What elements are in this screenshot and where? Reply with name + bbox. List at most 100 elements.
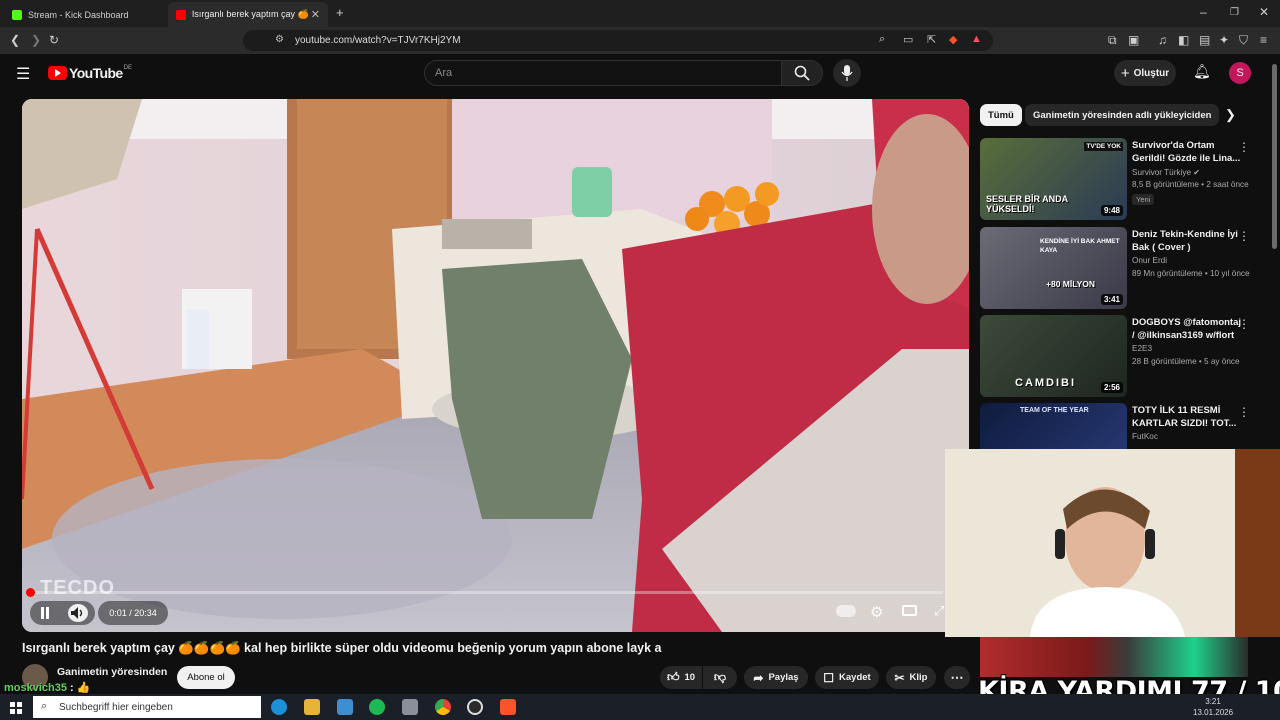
brave-rewards-icon[interactable]: ▲ [971,33,982,45]
voice-search-button[interactable] [833,59,861,87]
recommendation-item[interactable]: CAMDIBI 2:56 DOGBOYS @fatomontaj / @ilki… [980,315,1260,397]
chat-text: 👍 [76,682,91,694]
zoom-icon[interactable]: ⌕ [879,33,885,46]
tab-kick-dashboard[interactable]: Stream - Kick Dashboard [4,2,164,27]
save-button[interactable]: ☐ Kaydet [815,666,879,689]
chrome-icon[interactable] [435,699,451,715]
dislike-button[interactable]: 👎︎ [703,666,737,689]
create-button[interactable]: + Oluştur [1114,60,1176,86]
close-tab-icon[interactable]: ✕ [311,8,320,21]
search-button[interactable] [781,60,823,86]
youtube-play-icon [48,66,67,80]
windows-taskbar: ⌕ Suchbegriff hier eingeben 3:21 13.01.2… [0,694,1280,720]
recommendation-title: DOGBOYS @fatomontaj / @ilkinsan3169 w/fl… [1132,317,1242,341]
thumbnail-caption: +80 MİLYON [1046,279,1096,289]
video-thumbnail[interactable]: TV'DE YOK SESLER BİR ANDA YÜKSELDİ! 9:48 [980,138,1127,220]
calculator-icon[interactable] [402,699,418,715]
recommendation-title: TOTY İLK 11 RESMİ KARTLAR SIZDI! TOT... [1132,405,1237,429]
channel-name[interactable]: Ganimetin yöresinden [57,666,167,678]
file-explorer-icon[interactable] [304,699,320,715]
fullscreen-icon[interactable]: ⤢ [934,603,944,619]
taskbar-clock[interactable]: 3:21 13.01.2026 [1193,696,1233,718]
media-icon[interactable]: ♫ [1158,33,1167,47]
close-window-icon[interactable]: ✕ [1259,5,1269,19]
more-options-icon[interactable]: ⋮ [1238,140,1250,154]
video-thumbnail[interactable]: TEAM OF THE YEAR [980,403,1127,449]
brave-icon[interactable] [500,699,516,715]
video-player[interactable]: TECDO [22,99,969,632]
plus-icon: + [1120,64,1130,82]
chips-next-icon[interactable]: ❯ [1225,107,1236,123]
autoplay-toggle[interactable] [836,605,856,617]
search-input[interactable]: Ara [424,60,782,86]
brave-shields-icon[interactable]: ◆ [949,33,957,46]
progress-bar[interactable] [26,588,943,597]
extensions-icon[interactable]: ⧉ [1108,33,1117,47]
scrubber-handle[interactable] [26,588,35,597]
region-code: DE [123,65,132,71]
leo-icon[interactable]: ✦ [1219,33,1229,47]
clock-date: 13.01.2026 [1193,708,1234,717]
wallet-icon[interactable]: ▤ [1199,33,1210,47]
tab-label: Stream - Kick Dashboard [28,9,129,20]
chip-from-uploader[interactable]: Ganimetin yöresinden adlı yükleyiciden [1025,104,1220,126]
forward-icon[interactable]: ❯ [31,33,41,47]
store-icon[interactable] [337,699,353,715]
site-settings-icon[interactable]: ⚙ [275,34,284,45]
minimize-icon[interactable]: – [1200,5,1207,19]
miniplayer-icon[interactable] [902,605,917,616]
account-avatar[interactable]: S [1229,62,1251,84]
thumbnail-corner-text: KENDİNE İYİ BAK AHMET KAYA [1040,238,1120,254]
taskbar-search-input[interactable]: ⌕ Suchbegriff hier eingeben [33,696,261,718]
new-tab-icon[interactable]: + [336,5,344,20]
page-scrollbar[interactable] [1272,64,1277,249]
share-icon[interactable]: ⇱ [927,33,936,46]
menu-icon[interactable]: ≡ [1260,33,1267,47]
time-display: 0:01 / 20:34 [98,601,168,625]
hamburger-menu-icon[interactable]: ☰ [16,64,30,84]
share-button[interactable]: ➦ Paylaş [744,666,808,689]
more-options-icon[interactable]: ⋮ [1238,229,1250,243]
like-button[interactable]: 👍︎ 10 [660,666,702,689]
pause-icon[interactable] [39,607,51,619]
clip-button[interactable]: ✂ Klip [886,666,936,689]
back-icon[interactable]: ❮ [10,33,20,47]
clip-label: Klip [909,672,928,683]
more-options-icon[interactable]: ⋮ [1238,317,1250,331]
recommendation-views: 8,5 B görüntüleme • 2 saat önce [1132,180,1249,189]
more-actions-button[interactable]: ⋯ [944,666,970,689]
edge-icon[interactable] [271,699,287,715]
playback-controls [30,601,95,625]
volume-button[interactable] [68,604,88,622]
obs-icon[interactable] [467,699,483,715]
recommendation-channel: Onur Erdi [1132,256,1168,265]
cast-icon[interactable]: ▭ [903,33,913,46]
video-thumbnail[interactable]: CAMDIBI 2:56 [980,315,1127,397]
create-label: Oluştur [1133,67,1170,79]
youtube-logo[interactable]: YouTube DE [48,65,132,81]
sidebar-icon[interactable]: ◧ [1178,33,1189,47]
settings-gear-icon[interactable]: ⚙ [870,603,883,621]
subscribe-button[interactable]: Abone ol [177,666,235,689]
recommendation-item[interactable]: TEAM OF THE YEAR TOTY İLK 11 RESMİ KARTL… [980,403,1260,449]
webcam-frame [945,449,1280,637]
recommendation-channel: E2E3 [1132,344,1153,353]
more-options-icon[interactable]: ⋮ [1238,405,1250,419]
spotify-icon[interactable] [369,699,385,715]
vpn-icon[interactable]: ⛉ [1239,33,1248,47]
recommendation-item[interactable]: KENDİNE İYİ BAK AHMET KAYA +80 MİLYON 3:… [980,227,1260,309]
windows-start-icon[interactable] [10,701,22,714]
recommendation-item[interactable]: TV'DE YOK SESLER BİR ANDA YÜKSELDİ! 9:48… [980,138,1260,220]
notifications-bell-icon[interactable]: 🔔︎ [1193,63,1211,80]
tab-manager-icon[interactable]: ▣ [1128,33,1139,47]
stream-overlay-thumbnails [980,637,1248,677]
thumbnail-caption: CAMDIBI [1015,377,1077,389]
clock-time: 3:21 [1205,697,1221,706]
restore-icon[interactable]: ❐ [1230,7,1239,18]
reload-icon[interactable]: ↻ [49,33,59,47]
tab-youtube[interactable]: Isırganlı berek yaptım çay 🍊 i ✕ [168,2,328,27]
video-thumbnail[interactable]: KENDİNE İYİ BAK AHMET KAYA +80 MİLYON 3:… [980,227,1127,309]
address-bar[interactable]: ⚙ youtube.com/watch?v=TJVr7KHj2YM ⌕ ▭ ⇱ … [243,30,993,51]
chip-all[interactable]: Tümü [980,104,1022,126]
duration-badge: 9:48 [1100,205,1123,216]
